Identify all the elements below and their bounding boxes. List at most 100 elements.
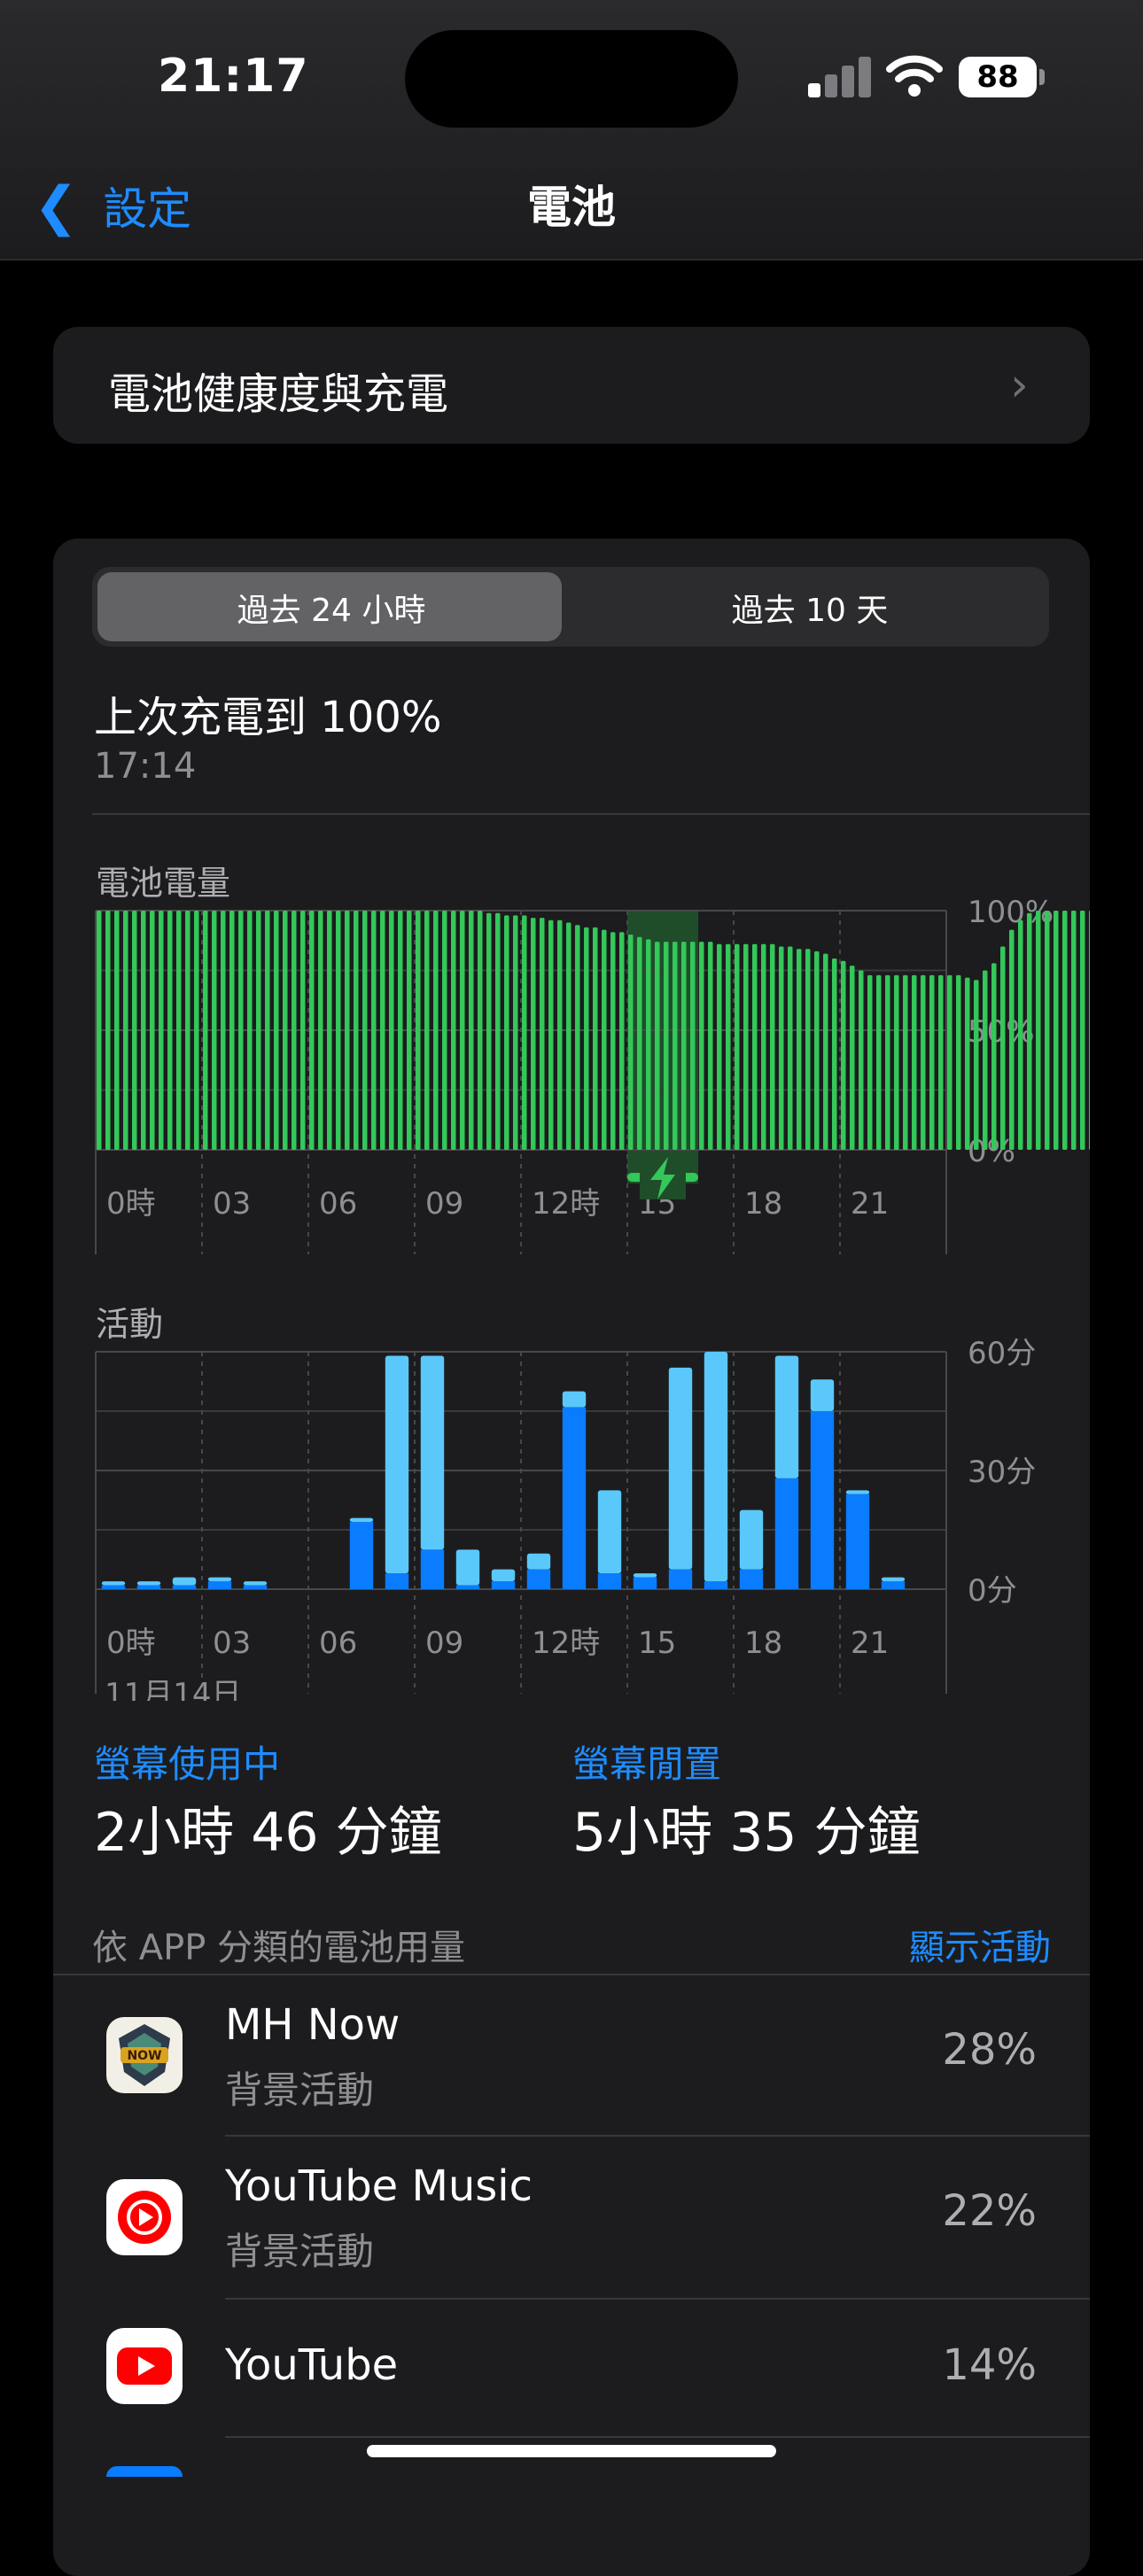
battery-bar: [894, 974, 899, 1150]
chevron-right-icon: ›: [1010, 359, 1029, 412]
battery-bar: [194, 911, 199, 1150]
activity-bar-screen-on: [633, 1577, 657, 1589]
battery-bar: [203, 911, 208, 1150]
activity-bar-screen-on: [491, 1581, 516, 1589]
battery-bar: [114, 911, 120, 1150]
battery-bar: [185, 911, 190, 1150]
activity-bar-screen-off: [420, 1355, 445, 1550]
last-charge-title: 上次充電到 100%: [94, 693, 442, 742]
battery-bar: [912, 974, 917, 1150]
battery-bar: [380, 911, 385, 1150]
x-tick-label: 18: [744, 1626, 782, 1661]
activity-bar-screen-on: [101, 1585, 126, 1589]
battery-bar: [664, 942, 669, 1150]
battery-bar: [566, 922, 572, 1150]
battery-bar: [292, 911, 297, 1150]
activity-bar-screen-off: [881, 1577, 906, 1582]
divider: [92, 813, 1090, 815]
activity-date-label: 11月14日: [105, 1677, 242, 1701]
activity-bar-screen-on: [668, 1569, 693, 1589]
battery-bar: [247, 911, 253, 1150]
battery-bar: [176, 911, 182, 1150]
battery-bar: [221, 911, 226, 1150]
x-tick-label: 03: [213, 1626, 251, 1661]
battery-bar: [212, 911, 217, 1150]
battery-bar: [513, 915, 518, 1150]
youtube-music-app-icon: [106, 2179, 183, 2255]
time-range-segmented-control[interactable]: 過去 24 小時 過去 10 天: [92, 567, 1049, 647]
battery-bar: [743, 943, 749, 1150]
battery-bar: [460, 911, 465, 1150]
battery-bar: [407, 911, 412, 1150]
battery-bar: [229, 911, 235, 1150]
x-tick-label: 09: [425, 1186, 463, 1222]
battery-bar: [628, 935, 634, 1150]
x-tick-label: 03: [213, 1186, 251, 1222]
battery-bar: [797, 949, 802, 1150]
battery-bar: [442, 911, 447, 1150]
battery-bar: [947, 974, 952, 1150]
battery-bar: [150, 911, 155, 1150]
x-tick-label: 15: [638, 1626, 676, 1661]
segment-10d[interactable]: 過去 10 天: [571, 585, 1049, 631]
x-tick-label: 0時: [106, 1186, 156, 1222]
battery-bar: [504, 915, 509, 1150]
battery-health-row[interactable]: 電池健康度與充電 ›: [53, 327, 1090, 444]
activity-bar-screen-on: [739, 1569, 764, 1589]
activity-bar-screen-off: [349, 1517, 374, 1523]
battery-bar: [788, 946, 793, 1150]
segment-24h[interactable]: 過去 24 小時: [92, 585, 571, 631]
activity-bar-screen-on: [845, 1494, 870, 1589]
activity-bar-screen-off: [101, 1581, 126, 1586]
battery-bar: [867, 974, 873, 1150]
battery-bar: [97, 911, 102, 1150]
activity-bar-screen-off: [207, 1577, 232, 1582]
battery-bar: [903, 974, 908, 1150]
show-activity-link[interactable]: 顯示活動: [909, 1919, 1051, 1970]
activity-bar-screen-off: [136, 1581, 161, 1586]
battery-bar: [416, 911, 421, 1150]
app-percentage: 22%: [942, 2186, 1037, 2236]
battery-bar: [770, 943, 775, 1150]
battery-bar: [1018, 919, 1023, 1150]
home-indicator[interactable]: [367, 2445, 776, 2457]
activity-bar-screen-off: [562, 1391, 587, 1408]
app-row-youtube-music[interactable]: YouTube Music 背景活動 22%: [53, 2137, 1090, 2298]
battery-bar: [522, 915, 527, 1150]
app-row-youtube[interactable]: YouTube 14%: [53, 2300, 1090, 2432]
battery-bar: [345, 911, 350, 1150]
battery-bar: [735, 943, 740, 1150]
activity-bar-screen-off: [455, 1549, 480, 1586]
battery-bar: [159, 911, 164, 1150]
battery-bar: [1089, 911, 1090, 1150]
battery-bar: [655, 942, 660, 1150]
battery-bar: [1080, 911, 1085, 1150]
battery-bar: [761, 943, 766, 1150]
activity-bar-screen-on: [704, 1581, 728, 1589]
divider: [225, 2436, 1090, 2438]
battery-bar: [1036, 911, 1041, 1150]
battery-bar: [602, 929, 607, 1150]
battery-bar: [327, 911, 332, 1150]
battery-bar: [1000, 946, 1006, 1150]
battery-bar: [557, 919, 563, 1150]
battery-bar: [814, 950, 820, 1150]
screen-off-label: 螢幕閒置: [572, 1742, 722, 1786]
battery-bar: [238, 911, 244, 1150]
battery-bar: [673, 942, 678, 1150]
activity-bar-screen-off: [385, 1355, 409, 1574]
battery-bar: [593, 927, 598, 1150]
activity-bar-screen-on: [136, 1585, 161, 1589]
app-row-mh-now[interactable]: NOW MH Now 背景活動 28%: [53, 1975, 1090, 2135]
battery-bar: [398, 911, 403, 1150]
battery-bar: [469, 911, 474, 1150]
screen-off-value: 5小時 35 分鐘: [572, 1802, 921, 1864]
battery-bar: [105, 911, 111, 1150]
battery-bar: [371, 911, 377, 1150]
battery-bar: [309, 911, 315, 1150]
battery-bar: [974, 980, 979, 1150]
activity-bar-screen-on: [172, 1585, 197, 1589]
battery-bar: [717, 943, 722, 1150]
mh-now-app-icon: NOW: [106, 2017, 183, 2093]
battery-bar: [274, 911, 279, 1150]
